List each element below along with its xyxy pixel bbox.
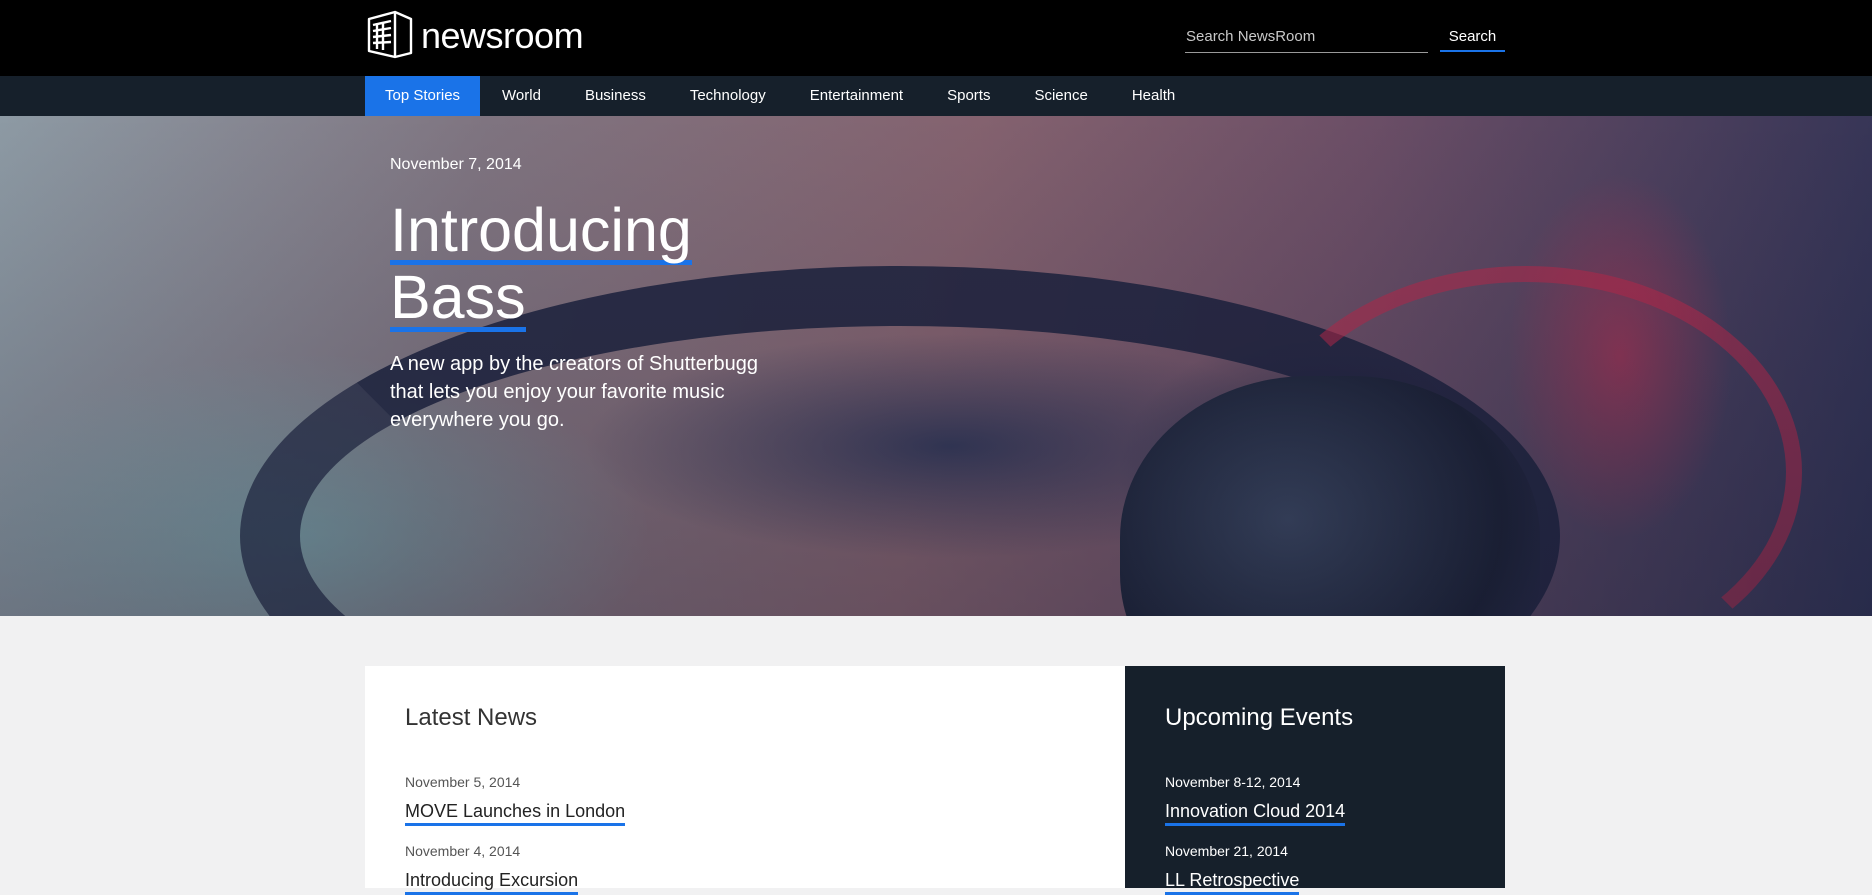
upcoming-events-panel: Upcoming Events November 8-12, 2014 Inno… xyxy=(1125,666,1505,895)
site-logo[interactable]: newsroom xyxy=(365,10,584,60)
category-nav: Top Stories World Business Technology En… xyxy=(0,76,1872,116)
nav-item-technology[interactable]: Technology xyxy=(668,76,788,116)
news-item-date: November 4, 2014 xyxy=(405,843,521,859)
hero-description: A new app by the creators of Shutterbugg… xyxy=(390,353,759,431)
top-header: newsroom Search xyxy=(0,0,1872,76)
upcoming-events-heading: Upcoming Events xyxy=(1165,704,1354,731)
nav-item-health[interactable]: Health xyxy=(1110,76,1197,116)
nav-item-top-stories[interactable]: Top Stories xyxy=(365,76,481,116)
hero-title[interactable]: Introducing Bass xyxy=(390,198,692,332)
news-item-title[interactable]: MOVE Launches in London xyxy=(405,800,626,826)
event-item-title[interactable]: Innovation Cloud 2014 xyxy=(1165,800,1346,826)
logo-text: newsroom xyxy=(421,15,584,56)
nav-item-entertainment[interactable]: Entertainment xyxy=(788,76,925,116)
hero-overlay xyxy=(0,116,1872,616)
hero-title-line-1[interactable]: Introducing xyxy=(390,200,692,265)
event-item-title[interactable]: LL Retrospective xyxy=(1165,869,1300,895)
nav-item-world[interactable]: World xyxy=(480,76,563,116)
hero-banner[interactable]: November 7, 2014 Introducing Bass A new … xyxy=(0,116,1872,616)
building-logo-icon xyxy=(365,9,415,64)
latest-news-panel: Latest News November 5, 2014 MOVE Launch… xyxy=(365,666,1125,895)
main-content: Latest News November 5, 2014 MOVE Launch… xyxy=(365,666,1505,895)
event-item-date: November 8-12, 2014 xyxy=(1165,774,1301,790)
news-item-title[interactable]: Introducing Excursion xyxy=(405,869,579,895)
nav-item-business[interactable]: Business xyxy=(563,76,668,116)
nav-item-science[interactable]: Science xyxy=(1012,76,1109,116)
event-item-date: November 21, 2014 xyxy=(1165,843,1288,859)
hero-date: November 7, 2014 xyxy=(390,156,522,173)
hero-title-line-2[interactable]: Bass xyxy=(390,267,526,332)
news-item-date: November 5, 2014 xyxy=(405,774,521,790)
nav-item-sports[interactable]: Sports xyxy=(925,76,1012,116)
search-input[interactable] xyxy=(1185,22,1428,53)
search-button[interactable]: Search xyxy=(1440,22,1505,52)
latest-news-heading: Latest News xyxy=(405,704,538,731)
